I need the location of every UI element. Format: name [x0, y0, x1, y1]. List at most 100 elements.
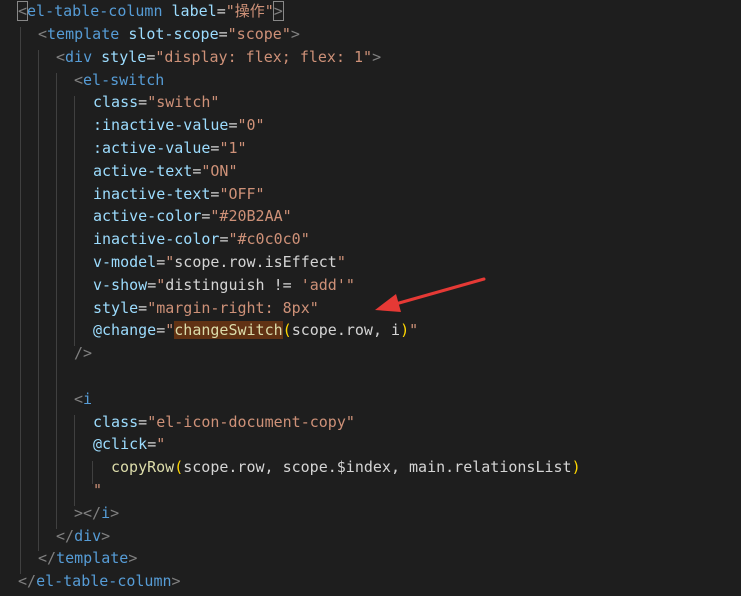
- attr-name: style: [101, 48, 147, 66]
- attr-name: :active-value: [93, 139, 211, 157]
- end-tag-open: </: [56, 527, 75, 545]
- attr-name: active-color: [93, 207, 202, 225]
- code-line-18[interactable]: <i: [74, 388, 92, 411]
- indent-guide: [74, 415, 75, 506]
- equals-sign: =: [138, 299, 148, 317]
- attr-name: inactive-color: [93, 230, 220, 248]
- code-line-1[interactable]: <el-table-column label="操作">: [16, 0, 284, 23]
- indent-guide: [20, 27, 21, 574]
- code-line-6[interactable]: :inactive-value="0": [93, 114, 265, 137]
- attr-name: @change: [93, 321, 157, 339]
- quote: ": [156, 435, 166, 453]
- attr-name: active-text: [93, 162, 193, 180]
- open-bracket: <: [74, 390, 84, 408]
- close-bracket: >: [372, 48, 382, 66]
- tag-name: template: [56, 549, 129, 567]
- code-line-23[interactable]: ></i>: [74, 502, 119, 525]
- quote: ": [165, 253, 175, 271]
- equals-sign: =: [216, 2, 226, 20]
- code-line-16[interactable]: />: [74, 342, 92, 365]
- quote: ": [156, 276, 166, 294]
- attr-name: class: [93, 413, 139, 431]
- equals-sign: =: [156, 321, 166, 339]
- close-bracket: >: [101, 527, 111, 545]
- tag-name: div: [74, 527, 102, 545]
- open-paren: (: [174, 458, 184, 476]
- code-line-5[interactable]: class="switch": [93, 91, 219, 114]
- code-line-2[interactable]: <template slot-scope="scope">: [38, 23, 300, 46]
- close-bracket: >: [74, 504, 84, 522]
- attr-value: "#c0c0c0": [228, 230, 310, 248]
- code-line-21[interactable]: copyRow(scope.row, scope.$index, main.re…: [111, 456, 581, 479]
- indent-guide: [56, 73, 57, 529]
- equals-sign: =: [156, 253, 166, 271]
- code-line-7[interactable]: :active-value="1": [93, 137, 247, 160]
- end-tag-open: </: [18, 572, 37, 590]
- quote: ": [165, 321, 175, 339]
- quote: ": [345, 276, 355, 294]
- open-bracket: <: [16, 1, 29, 21]
- equals-sign: =: [138, 413, 148, 431]
- attr-name: @click: [93, 435, 148, 453]
- code-line-3[interactable]: <div style="display: flex; flex: 1">: [56, 46, 381, 69]
- string-literal: 'add': [300, 276, 346, 294]
- close-bracket: >: [290, 25, 300, 43]
- tag-name: div: [65, 48, 93, 66]
- equals-sign: =: [147, 276, 157, 294]
- close-bracket: >: [272, 1, 284, 21]
- self-close: />: [74, 344, 93, 362]
- tag-name: i: [101, 504, 111, 522]
- code-line-8[interactable]: active-text="ON": [93, 160, 238, 183]
- equals-sign: =: [218, 25, 228, 43]
- code-line-24[interactable]: </div>: [56, 525, 110, 548]
- code-line-19[interactable]: class="el-icon-document-copy": [93, 411, 355, 434]
- code-line-12[interactable]: v-model="scope.row.isEffect": [93, 251, 346, 274]
- open-paren: (: [282, 321, 292, 339]
- equals-sign: =: [138, 93, 148, 111]
- tag-name: el-table-column: [36, 572, 172, 590]
- attr-name: class: [93, 93, 139, 111]
- attr-value: "1": [219, 139, 247, 157]
- function-name: copyRow: [111, 458, 175, 476]
- code-line-14[interactable]: style="margin-right: 8px": [93, 297, 319, 320]
- code-line-20[interactable]: @click=": [93, 433, 165, 456]
- code-line-22[interactable]: ": [93, 479, 102, 502]
- equals-sign: =: [147, 435, 157, 453]
- code-line-26[interactable]: </el-table-column>: [18, 570, 181, 593]
- equals-sign: =: [146, 48, 156, 66]
- attr-name: v-model: [93, 253, 157, 271]
- attr-value: "margin-right: 8px": [147, 299, 319, 317]
- code-line-13[interactable]: v-show="distinguish != 'add'": [93, 274, 355, 297]
- tag-name: i: [83, 390, 93, 408]
- indent-guide: [74, 96, 75, 346]
- attr-value: "操作": [225, 2, 274, 20]
- code-line-25[interactable]: </template>: [38, 547, 137, 570]
- end-tag-open: </: [83, 504, 102, 522]
- open-bracket: <: [38, 25, 48, 43]
- function-name-highlighted[interactable]: changeSwitch: [174, 321, 283, 339]
- call-args: scope.row, i: [291, 321, 401, 339]
- attr-value: "el-icon-document-copy": [147, 413, 355, 431]
- close-paren: ): [400, 321, 410, 339]
- call-args: scope.row, scope.$index, main.relationsL…: [183, 458, 572, 476]
- attr-name: inactive-text: [93, 185, 211, 203]
- attr-value: "0": [237, 116, 265, 134]
- attr-value: "scope": [227, 25, 291, 43]
- code-line-11[interactable]: inactive-color="#c0c0c0": [93, 228, 310, 251]
- code-line-10[interactable]: active-color="#20B2AA": [93, 205, 292, 228]
- quote: ": [409, 321, 419, 339]
- close-paren: ): [571, 458, 581, 476]
- attr-name: slot-scope: [128, 25, 219, 43]
- expression: distinguish !=: [165, 276, 301, 294]
- code-editor[interactable]: <el-table-column label="操作"> <template s…: [0, 0, 741, 596]
- code-line-9[interactable]: inactive-text="OFF": [93, 183, 265, 206]
- code-line-4[interactable]: <el-switch: [74, 69, 164, 92]
- indent-guide: [38, 50, 39, 551]
- code-line-15[interactable]: @change="changeSwitch(scope.row, i)": [93, 319, 418, 342]
- tag-name: template: [47, 25, 120, 43]
- close-bracket: >: [110, 504, 120, 522]
- attr-name: :inactive-value: [93, 116, 229, 134]
- close-bracket: >: [128, 549, 138, 567]
- attr-value: "OFF": [219, 185, 265, 203]
- attr-value: "ON": [201, 162, 238, 180]
